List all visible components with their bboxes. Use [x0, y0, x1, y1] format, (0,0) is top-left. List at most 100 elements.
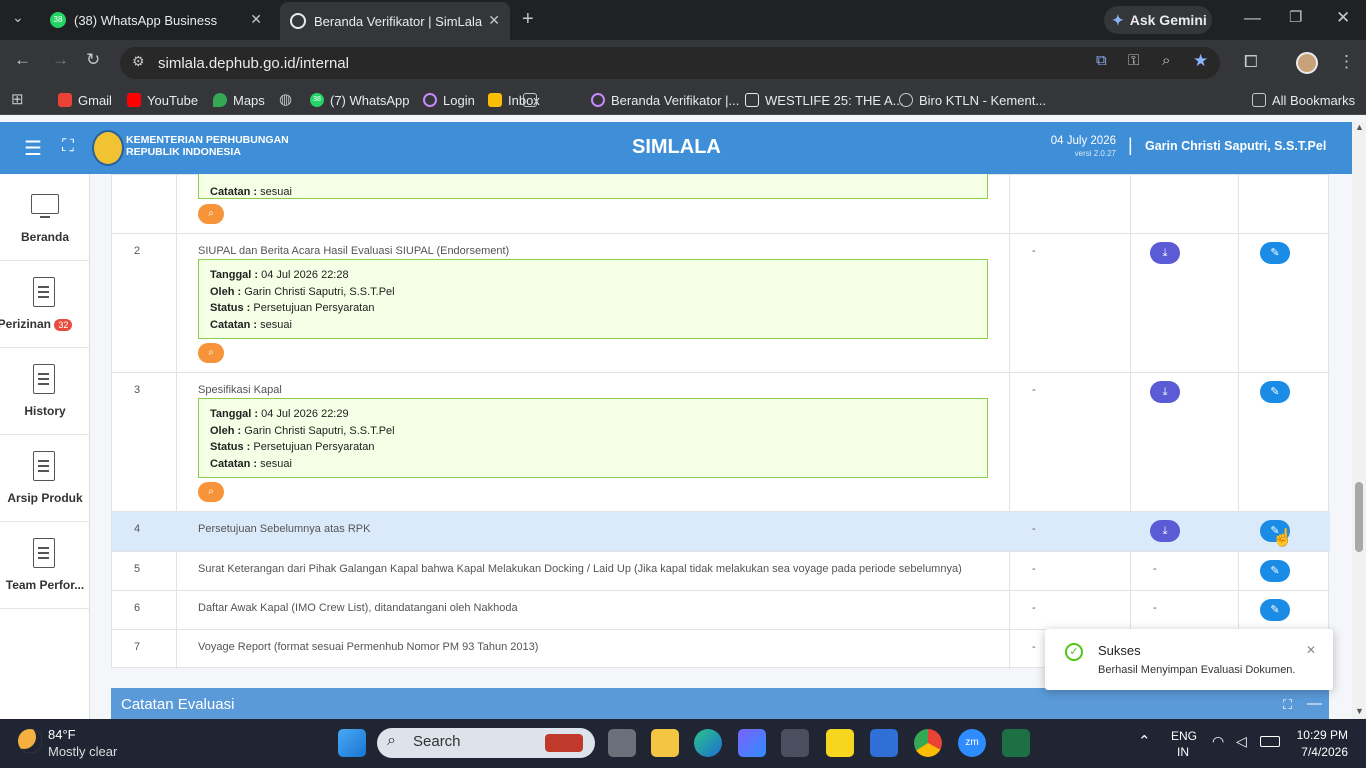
sticky-notes-icon[interactable]	[826, 729, 854, 757]
tray-chevron-icon[interactable]: ⌃	[1138, 732, 1151, 750]
scroll-up-icon[interactable]: ▲	[1355, 122, 1364, 132]
excel-icon[interactable]	[1002, 729, 1030, 757]
apps-grid-icon[interactable]: ⊞	[11, 90, 24, 108]
sidebar-item-arsip-produk[interactable]: Arsip Produk	[0, 435, 90, 522]
scroll-down-icon[interactable]: ▼	[1355, 706, 1364, 716]
reload-icon[interactable]: ↻	[86, 50, 100, 70]
weather-icon[interactable]	[18, 729, 42, 753]
all-bookmarks[interactable]: All Bookmarks	[1252, 85, 1355, 115]
file-explorer-icon[interactable]	[651, 729, 679, 757]
sidebar-item-label: Perizinan	[0, 317, 51, 331]
maps-icon	[213, 93, 227, 107]
whatsapp-icon: 38	[50, 12, 66, 28]
tab-simlala[interactable]: Beranda Verifikator | SimLala ✕	[280, 2, 510, 40]
bookmark-login[interactable]: Login	[423, 85, 475, 115]
clock-date[interactable]: 7/4/2026	[1286, 745, 1348, 759]
maximize-icon[interactable]: ❐	[1289, 8, 1302, 26]
collapse-icon[interactable]: —	[1307, 695, 1322, 712]
close-tab-icon[interactable]: ✕	[488, 12, 500, 29]
edit-icon: ✎	[1270, 565, 1280, 577]
lang-line2[interactable]: IN	[1177, 745, 1189, 759]
remote-desktop-icon[interactable]	[870, 729, 898, 757]
forward-icon[interactable]: →	[52, 50, 69, 70]
edit-button[interactable]: ✎	[1260, 381, 1290, 403]
bookmark-gmail[interactable]: Gmail	[58, 85, 112, 115]
zoom-icon[interactable]: ⌕	[1162, 52, 1170, 69]
globe-icon	[899, 93, 913, 107]
volume-icon[interactable]: ◁	[1236, 733, 1247, 750]
bookmark-maps[interactable]: Maps	[213, 85, 265, 115]
ask-gemini-button[interactable]: ✦ Ask Gemini	[1104, 6, 1212, 34]
bookmark-star-icon[interactable]: ★	[1193, 51, 1208, 71]
weather-desc[interactable]: Mostly clear	[48, 744, 117, 759]
scrollbar-thumb[interactable]	[1355, 482, 1363, 552]
camera-icon[interactable]	[781, 729, 809, 757]
sidebar-item-label: Beranda	[20, 230, 70, 244]
perizinan-badge: 32	[54, 319, 73, 331]
edge-icon[interactable]	[694, 729, 722, 757]
fullscreen-icon[interactable]: ⛶	[62, 136, 74, 156]
gmail-icon	[58, 93, 72, 107]
tab-search-chevron-icon[interactable]: ⌄	[12, 9, 24, 26]
bookmark-westlife[interactable]: WESTLIFE 25: THE A...	[745, 85, 903, 115]
close-window-icon[interactable]: ✕	[1336, 8, 1350, 28]
copilot-icon[interactable]	[738, 729, 766, 757]
taskbar-search[interactable]: ⌕ Search	[377, 728, 595, 758]
browser-tab-bar: ⌄ 38 (38) WhatsApp Business ✕ Beranda Ve…	[0, 0, 1366, 40]
lang-line1[interactable]: ENG	[1171, 729, 1197, 743]
address-bar[interactable]: ⚙ simlala.dephub.go.id/internal ⧉ ⚿ ⌕ ★	[120, 47, 1220, 79]
table-row: 5 Surat Keterangan dari Pihak Galangan K…	[112, 551, 1330, 590]
mouse-cursor-icon: ☝	[1272, 528, 1294, 547]
edit-button[interactable]: ✎	[1260, 242, 1290, 264]
app-version: versi 2.0.27	[1074, 149, 1116, 158]
weather-temp[interactable]: 84°F	[48, 727, 76, 742]
view-evaluation-button[interactable]: ⌕	[198, 482, 224, 502]
install-app-icon[interactable]: ⧉	[1096, 52, 1107, 69]
bookmark-biro-ktln[interactable]: Biro KTLN - Kement...	[899, 85, 1046, 115]
edit-button[interactable]: ✎	[1260, 599, 1290, 621]
user-name[interactable]: Garin Christi Saputri, S.S.T.Pel	[1145, 139, 1326, 153]
new-tab-button[interactable]: +	[522, 8, 534, 31]
edit-button[interactable]: ✎	[1260, 560, 1290, 582]
gemini-icon: ✦	[1112, 11, 1124, 28]
download-button[interactable]: ⤓	[1150, 242, 1180, 264]
sidebar-item-beranda[interactable]: Beranda	[0, 174, 90, 261]
sidebar-item-perizinan[interactable]: Perizinan 32	[0, 261, 90, 348]
password-key-icon[interactable]: ⚿	[1128, 52, 1139, 69]
sidebar-item-label: Arsip Produk	[7, 491, 83, 505]
battery-icon[interactable]	[1260, 736, 1280, 747]
download-button[interactable]: ⤓	[1150, 381, 1180, 403]
clock-time[interactable]: 10:29 PM	[1286, 728, 1348, 742]
view-evaluation-button[interactable]: ⌕	[198, 343, 224, 363]
hamburger-menu-icon[interactable]: ☰	[24, 136, 42, 161]
app-header: ☰ ⛶ KEMENTERIAN PERHUBUNGAN REPUBLIK IND…	[0, 122, 1352, 174]
extensions-icon[interactable]: ⧠	[1244, 52, 1258, 72]
view-evaluation-button[interactable]: ⌕	[198, 204, 224, 224]
menu-dots-icon[interactable]: ⋮	[1338, 52, 1355, 72]
page-scrollbar[interactable]: ▲ ▼	[1352, 122, 1366, 719]
bookmark-inbox-mail[interactable]: Inbox	[523, 85, 543, 115]
back-icon[interactable]: ←	[14, 50, 31, 70]
bookmark-youtube[interactable]: YouTube	[127, 85, 198, 115]
zoom-app-icon[interactable]: zm	[958, 729, 986, 757]
bookmark-whatsapp[interactable]: 38 (7) WhatsApp	[310, 85, 409, 115]
close-tab-icon[interactable]: ✕	[250, 11, 262, 28]
close-toast-icon[interactable]: ✕	[1306, 643, 1316, 657]
profile-avatar[interactable]	[1296, 52, 1318, 74]
tab-whatsapp[interactable]: 38 (38) WhatsApp Business ✕	[40, 4, 272, 36]
wifi-icon[interactable]: ◠	[1212, 733, 1224, 750]
search-icon: ⌕	[387, 732, 396, 749]
download-button[interactable]: ⤓	[1150, 520, 1180, 542]
sidebar-item-history[interactable]: History	[0, 348, 90, 435]
bookmark-beranda-verifikator[interactable]: Beranda Verifikator |...	[591, 85, 739, 115]
expand-icon[interactable]: ⛶	[1283, 697, 1292, 713]
chrome-icon[interactable]	[914, 729, 942, 757]
sidebar-item-team-performance[interactable]: Team Perfor...	[0, 522, 90, 609]
site-info-icon[interactable]: ⚙	[132, 53, 145, 70]
folder-icon	[1252, 93, 1266, 107]
start-button[interactable]	[338, 729, 366, 757]
minimize-icon[interactable]: —	[1244, 8, 1261, 28]
check-circle-icon: ✓	[1065, 643, 1083, 661]
globe-icon[interactable]: ◍	[279, 90, 292, 108]
task-view-icon[interactable]	[608, 729, 636, 757]
